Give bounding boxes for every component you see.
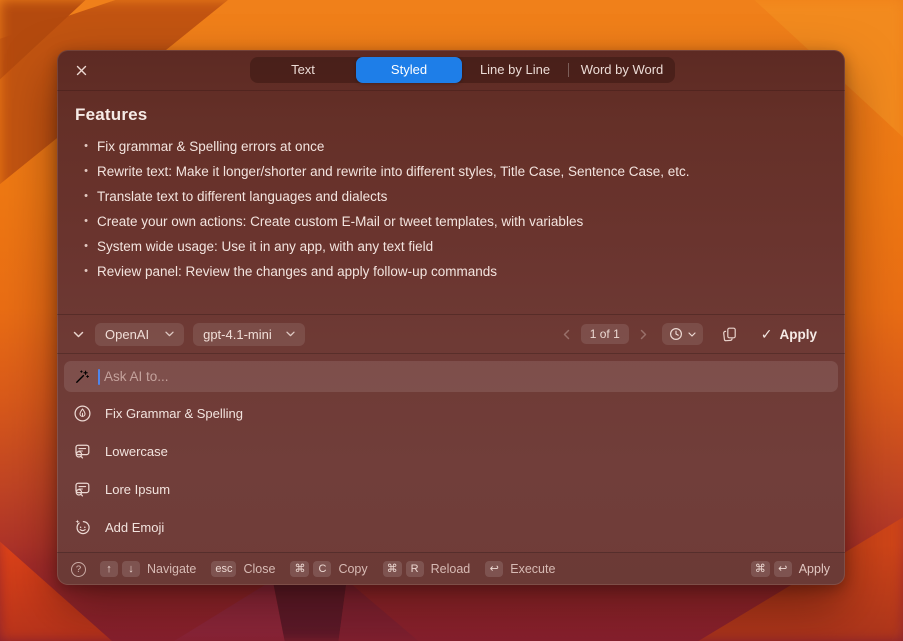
features-title: Features xyxy=(75,105,827,125)
ask-ai-input[interactable]: Ask AI to... xyxy=(64,361,838,392)
shortcut-execute: ↩ Execute xyxy=(485,561,555,577)
input-placeholder: Ask AI to... xyxy=(104,369,169,384)
feature-item: • System wide usage: Use it in any app, … xyxy=(75,234,827,259)
key-arrow-up: ↑ xyxy=(100,561,118,577)
tab-line-by-line[interactable]: Line by Line xyxy=(462,57,568,83)
model-select[interactable]: gpt-4.1-mini xyxy=(193,323,305,346)
features-section: Features • Fix grammar & Spelling errors… xyxy=(57,91,845,314)
key-esc: esc xyxy=(211,561,236,577)
key-arrow-down: ↓ xyxy=(122,561,140,577)
window-header: Text Styled Line by Line Word by Word xyxy=(57,50,845,91)
chevron-down-icon xyxy=(688,332,696,337)
emoji-sparkle-icon xyxy=(72,518,92,537)
history-dropdown[interactable] xyxy=(662,323,703,345)
key-cmd: ⌘ xyxy=(751,561,770,577)
shortcut-label: Copy xyxy=(338,562,367,576)
text-search-icon xyxy=(72,442,92,461)
history-clock-icon xyxy=(669,327,683,341)
shortcut-label: Navigate xyxy=(147,562,196,576)
bullet-dot: • xyxy=(75,184,97,209)
feature-text: Rewrite text: Make it longer/shorter and… xyxy=(97,159,690,184)
key-return: ↩ xyxy=(774,561,792,577)
apply-label: Apply xyxy=(779,327,817,342)
collapse-chevron-icon[interactable] xyxy=(71,329,86,340)
view-mode-tabs: Text Styled Line by Line Word by Word xyxy=(250,57,675,83)
key-r: R xyxy=(406,561,424,577)
page-indicator: 1 of 1 xyxy=(581,324,629,344)
provider-label: OpenAI xyxy=(105,327,149,342)
text-search-icon xyxy=(72,480,92,499)
palette-item-label: Lowercase xyxy=(105,444,168,459)
feature-item: • Create your own actions: Create custom… xyxy=(75,209,827,234)
features-list: • Fix grammar & Spelling errors at once … xyxy=(75,134,827,284)
prev-page-chevron-icon[interactable] xyxy=(561,327,572,342)
assistant-panel-window: Text Styled Line by Line Word by Word Fe… xyxy=(57,50,845,585)
shortcut-label: Close xyxy=(243,562,275,576)
magic-wand-icon xyxy=(74,369,90,385)
shortcut-copy: ⌘ C Copy xyxy=(290,561,367,577)
key-c: C xyxy=(313,561,331,577)
key-cmd: ⌘ xyxy=(290,561,309,577)
feature-text: Create your own actions: Create custom E… xyxy=(97,209,583,234)
apply-button[interactable]: ✓ Apply xyxy=(755,325,823,344)
palette-item-add-emoji[interactable]: Add Emoji xyxy=(64,508,838,546)
shortcut-navigate: ↑ ↓ Navigate xyxy=(100,561,196,577)
text-caret xyxy=(98,369,100,385)
feature-text: Fix grammar & Spelling errors at once xyxy=(97,134,324,159)
shortcut-footer: ? ↑ ↓ Navigate esc Close ⌘ C Copy ⌘ R Re… xyxy=(57,552,845,585)
bullet-dot: • xyxy=(75,234,97,259)
feature-item: • Review panel: Review the changes and a… xyxy=(75,259,827,284)
check-icon: ✓ xyxy=(761,326,773,343)
model-toolbar: OpenAI gpt-4.1-mini 1 of 1 xyxy=(57,314,845,354)
palette-item-label: Add Emoji xyxy=(105,520,164,535)
bullet-dot: • xyxy=(75,209,97,234)
help-icon[interactable]: ? xyxy=(71,562,86,577)
shortcut-apply: ⌘ ↩ Apply xyxy=(751,561,830,577)
palette-item-label: Lore Ipsum xyxy=(105,482,170,497)
bullet-dot: • xyxy=(75,134,97,159)
tab-styled[interactable]: Styled xyxy=(356,57,462,83)
tab-word-by-word[interactable]: Word by Word xyxy=(569,57,675,83)
bullet-dot: • xyxy=(75,259,97,284)
shortcut-label: Execute xyxy=(510,562,555,576)
feature-item: • Fix grammar & Spelling errors at once xyxy=(75,134,827,159)
close-icon[interactable] xyxy=(74,63,88,77)
palette-item-label: Fix Grammar & Spelling xyxy=(105,406,243,421)
key-return: ↩ xyxy=(485,561,503,577)
chevron-down-icon xyxy=(286,331,295,337)
command-palette: Ask AI to... Fix Grammar & Spelling Lowe… xyxy=(57,354,845,552)
feature-text: Translate text to different languages an… xyxy=(97,184,387,209)
bullet-dot: • xyxy=(75,159,97,184)
tab-text[interactable]: Text xyxy=(250,57,356,83)
feature-text: Review panel: Review the changes and app… xyxy=(97,259,497,284)
palette-item-fix-grammar[interactable]: Fix Grammar & Spelling xyxy=(64,394,838,432)
model-label: gpt-4.1-mini xyxy=(203,327,272,342)
shortcut-reload: ⌘ R Reload xyxy=(383,561,471,577)
feature-text: System wide usage: Use it in any app, wi… xyxy=(97,234,433,259)
next-page-chevron-icon[interactable] xyxy=(638,327,649,342)
palette-item-lore-ipsum[interactable]: Lore Ipsum xyxy=(64,470,838,508)
copy-result-icon[interactable] xyxy=(720,324,740,345)
chevron-down-icon xyxy=(165,331,174,337)
shortcut-close: esc Close xyxy=(211,561,275,577)
shortcut-label: Apply xyxy=(799,562,830,576)
shortcut-label: Reload xyxy=(431,562,471,576)
feature-item: • Translate text to different languages … xyxy=(75,184,827,209)
palette-item-lowercase[interactable]: Lowercase xyxy=(64,432,838,470)
provider-select[interactable]: OpenAI xyxy=(95,323,184,346)
pen-circle-icon xyxy=(72,404,92,423)
feature-item: • Rewrite text: Make it longer/shorter a… xyxy=(75,159,827,184)
key-cmd: ⌘ xyxy=(383,561,402,577)
